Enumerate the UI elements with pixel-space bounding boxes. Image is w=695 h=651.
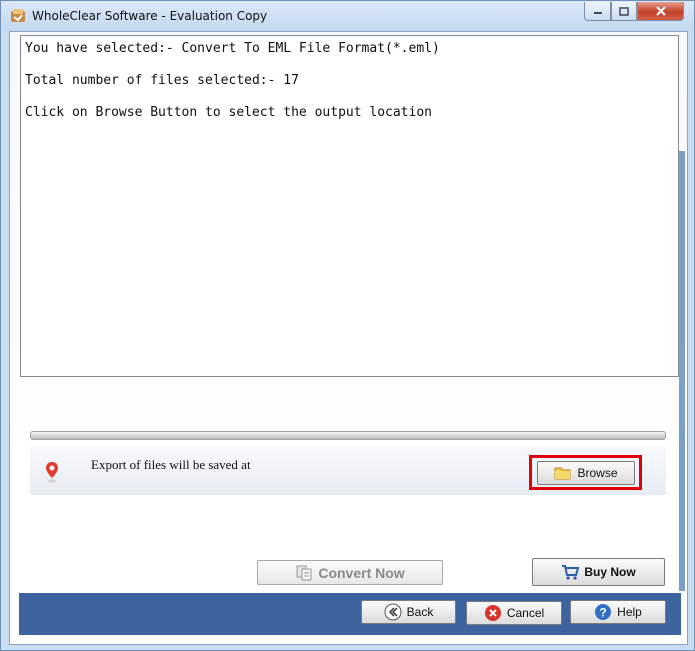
back-arrow-icon xyxy=(384,603,402,621)
selected-format-line: You have selected:- Convert To EML File … xyxy=(25,41,440,56)
close-button[interactable] xyxy=(637,2,684,21)
title-bar[interactable]: WholeClear Software - Evaluation Copy xyxy=(1,1,694,31)
help-label: Help xyxy=(617,605,642,619)
folder-icon xyxy=(554,467,571,480)
minimize-icon xyxy=(593,12,602,14)
back-button[interactable]: Back xyxy=(361,600,456,624)
buy-now-button[interactable]: Buy Now xyxy=(532,558,665,586)
convert-icon xyxy=(296,565,312,580)
buy-now-label: Buy Now xyxy=(584,565,636,579)
window-title: WholeClear Software - Evaluation Copy xyxy=(32,9,268,23)
close-icon xyxy=(655,6,666,16)
convert-now-label: Convert Now xyxy=(318,564,405,581)
help-icon: ? xyxy=(595,604,612,620)
cancel-button[interactable]: Cancel xyxy=(466,601,562,625)
app-logo-icon xyxy=(11,9,25,22)
maximize-button[interactable] xyxy=(611,2,637,21)
maximize-icon xyxy=(619,6,629,16)
location-pin-icon xyxy=(46,462,58,483)
progress-bar xyxy=(30,431,666,440)
minimize-button[interactable] xyxy=(584,2,611,21)
svg-text:?: ? xyxy=(599,606,606,620)
convert-now-button[interactable]: Convert Now xyxy=(257,560,443,585)
side-accent xyxy=(679,151,685,591)
help-button[interactable]: ? Help xyxy=(570,600,666,624)
browse-label: Browse xyxy=(577,466,618,480)
cancel-icon xyxy=(484,605,501,621)
browse-button[interactable]: Browse xyxy=(537,461,635,485)
cancel-label: Cancel xyxy=(506,606,545,620)
file-count-line: Total number of files selected:- 17 xyxy=(25,73,299,88)
back-label: Back xyxy=(406,605,434,619)
cart-icon xyxy=(562,565,580,580)
export-location-label: Export of files will be saved at xyxy=(91,457,251,472)
status-log: You have selected:- Convert To EML File … xyxy=(20,35,679,377)
instruction-line: Click on Browse Button to select the out… xyxy=(25,105,432,120)
